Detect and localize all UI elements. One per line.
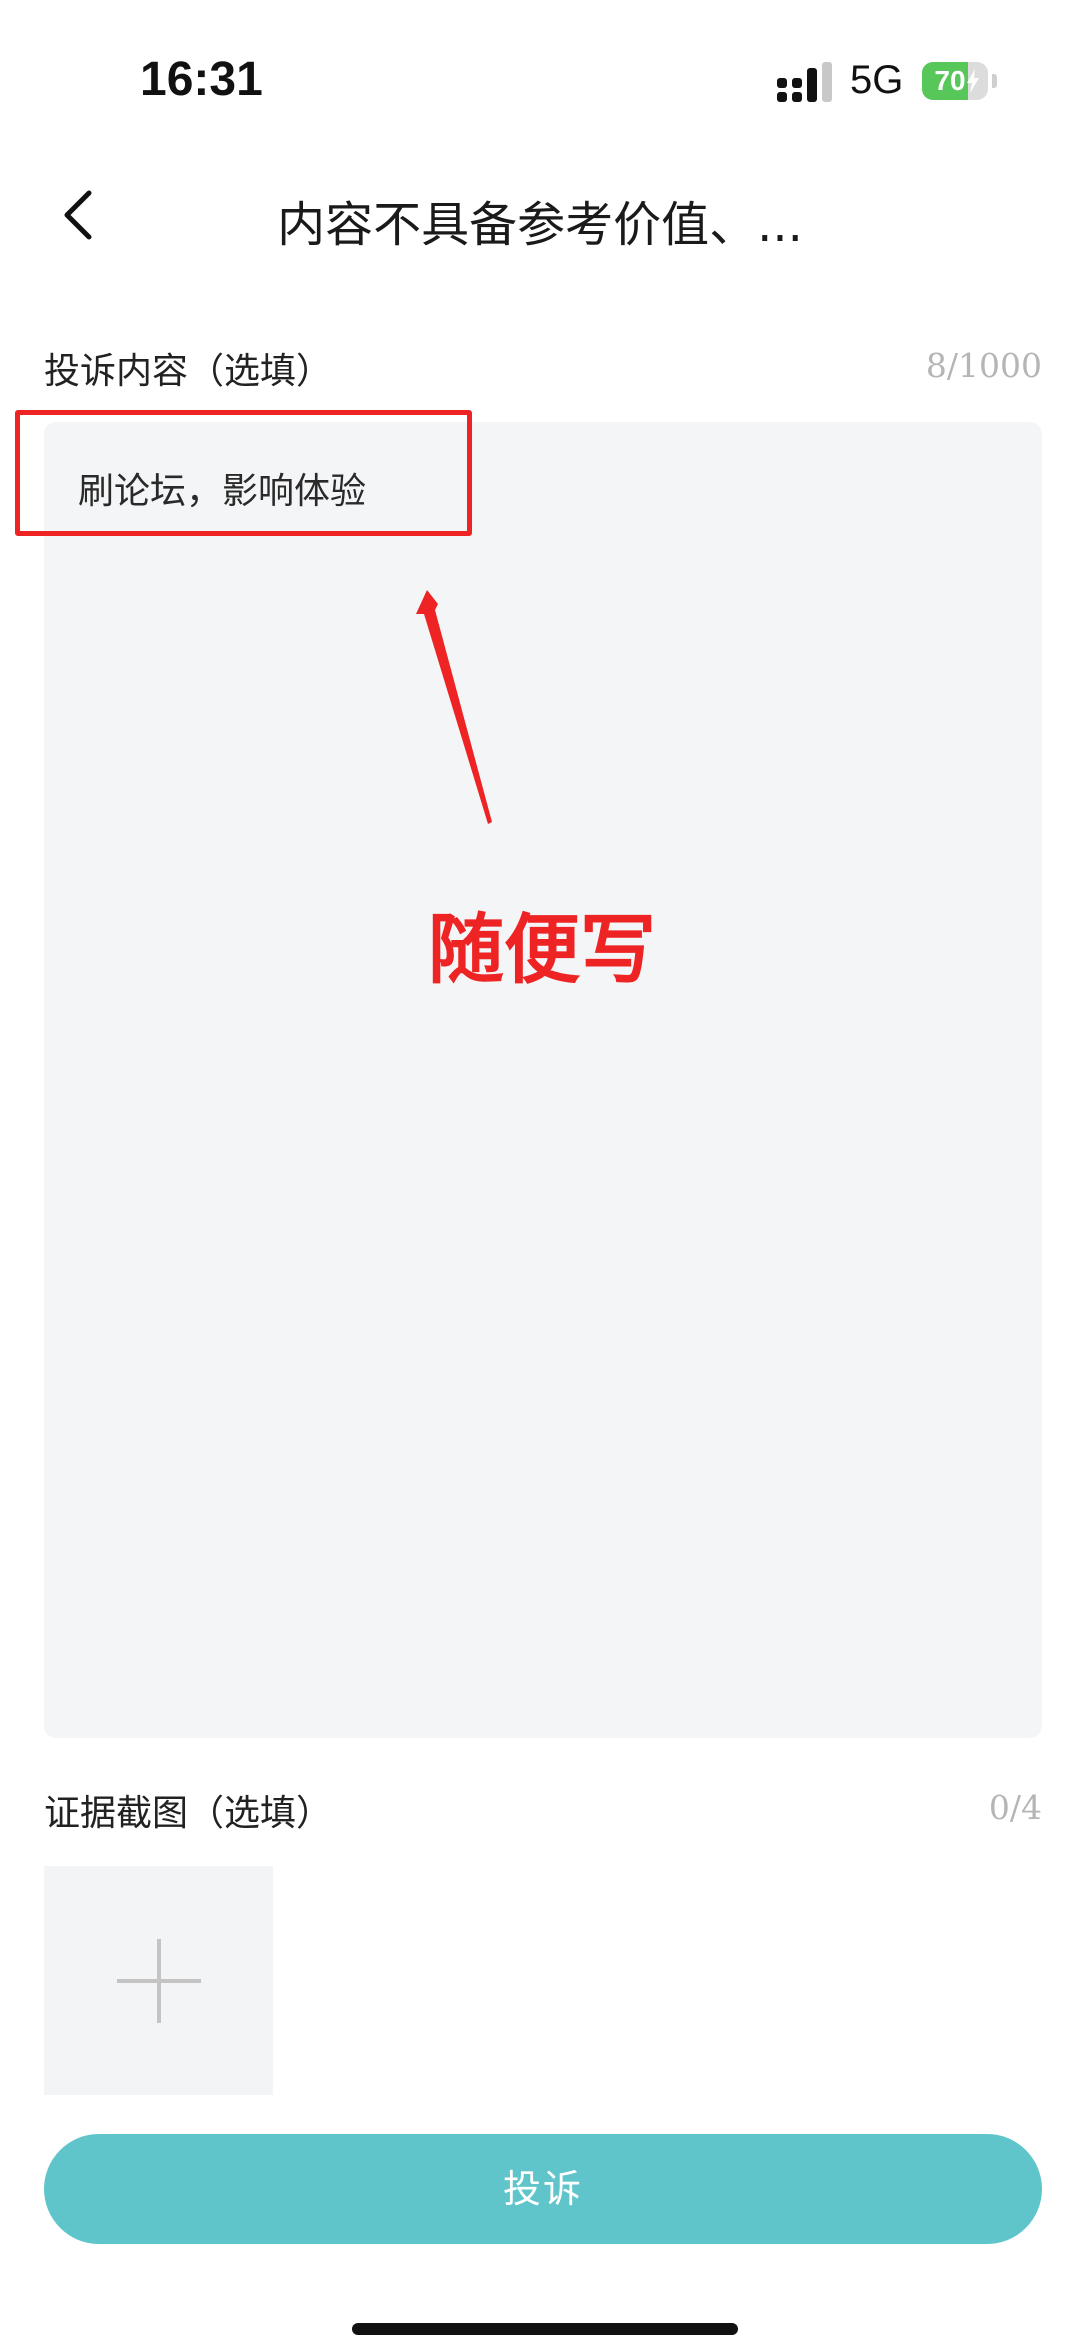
battery-indicator: 70 — [922, 62, 1000, 100]
home-indicator[interactable] — [352, 2323, 738, 2335]
evidence-count: 0/4 — [988, 1788, 1042, 1827]
back-button[interactable] — [48, 180, 108, 250]
chevron-left-icon — [64, 190, 92, 240]
plus-icon — [117, 1939, 201, 2023]
annotation-highlight-box — [15, 410, 472, 536]
add-screenshot-button[interactable] — [44, 1866, 273, 2095]
battery-cap — [992, 74, 997, 88]
submit-complaint-button[interactable]: 投诉 — [44, 2134, 1042, 2244]
page-title: 内容不具备参考价值、... — [277, 197, 803, 253]
annotation-note: 随便写 — [428, 905, 656, 994]
complaint-label: 投诉内容（选填） — [44, 351, 333, 392]
status-time: 16:31 — [140, 53, 263, 106]
annotation-arrow-icon — [416, 590, 492, 824]
complaint-textarea[interactable] — [44, 422, 1042, 1738]
charging-bolt-icon — [967, 69, 979, 93]
complaint-char-count: 8/1000 — [925, 346, 1042, 385]
signal-icon — [777, 62, 832, 102]
network-type: 5G — [850, 58, 904, 102]
evidence-label: 证据截图（选填） — [44, 1793, 333, 1834]
